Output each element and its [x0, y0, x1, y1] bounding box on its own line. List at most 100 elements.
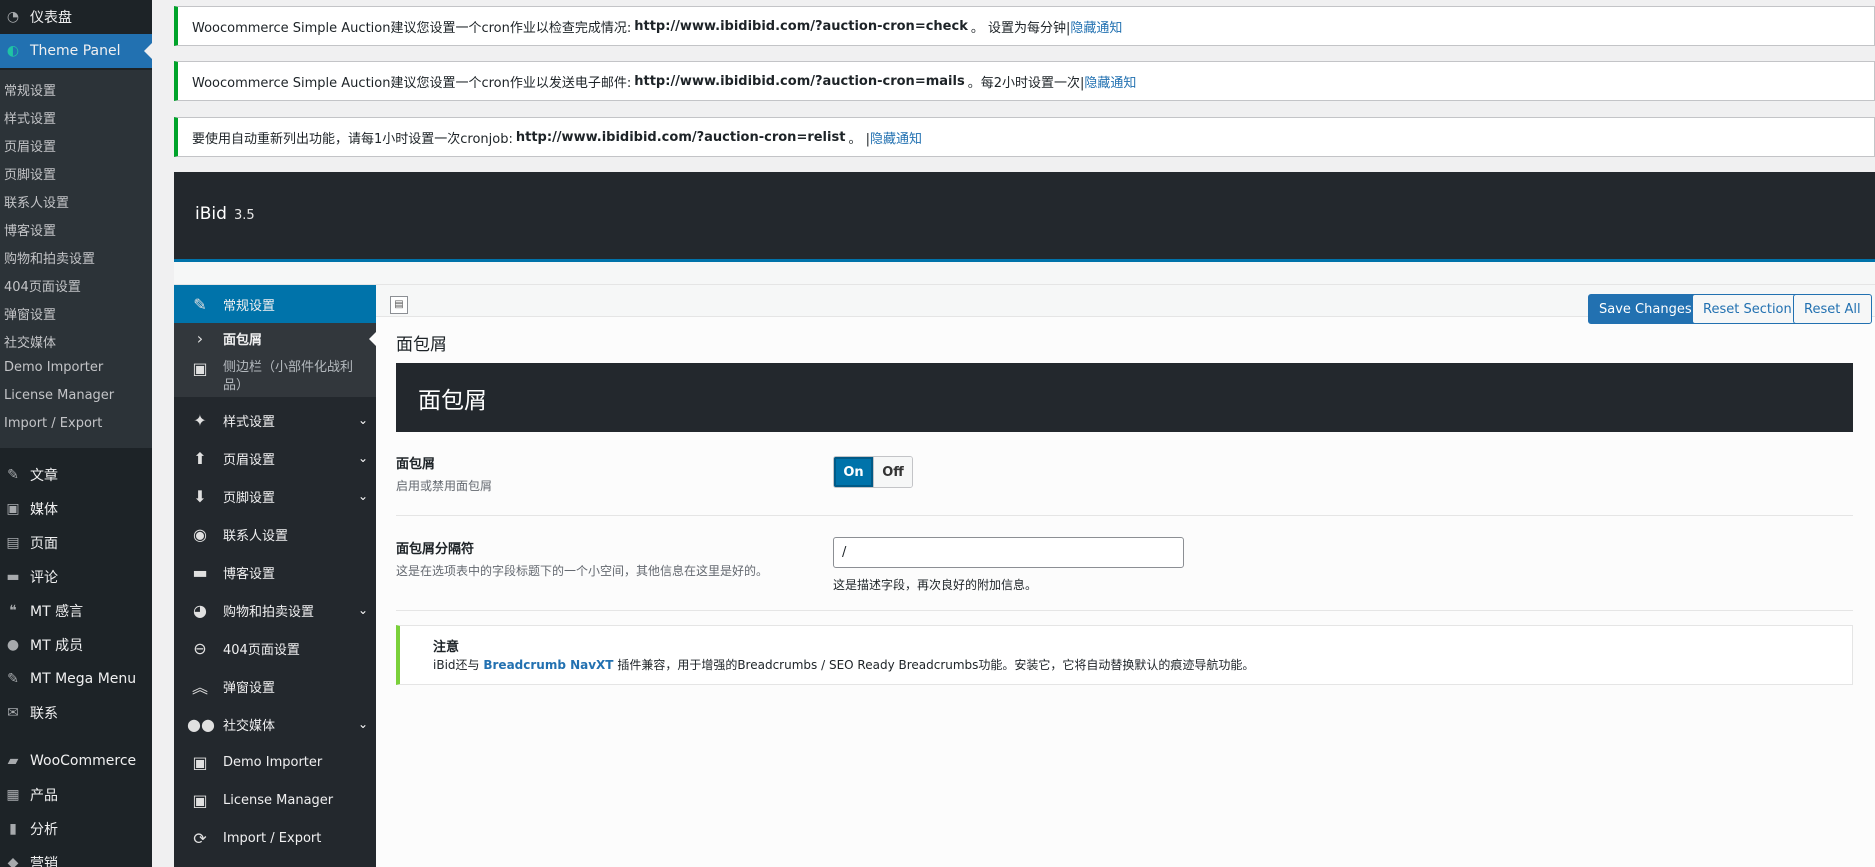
info-title: 注意 [433, 640, 460, 655]
submenu-item[interactable]: 购物和拍卖设置 [4, 248, 95, 267]
expand-options-icon[interactable]: ▤ [390, 296, 408, 314]
notice-text: Woocommerce Simple Auction建议您设置一个cron作业以… [192, 75, 632, 91]
toggle-off-button[interactable]: Off [873, 457, 912, 487]
arrow-up-icon: ⬆ [193, 448, 207, 468]
hide-notice-link[interactable]: 隐藏通知 [870, 128, 922, 147]
submenu-item[interactable]: 博客设置 [4, 220, 56, 239]
menu-label: 产品 [30, 788, 58, 804]
breadcrumb-toggle[interactable]: On Off [833, 456, 913, 488]
menu-posts[interactable]: ✎ 文章 [0, 458, 152, 492]
nav-label: 面包屑 [223, 332, 263, 348]
comment-icon: ▬ [6, 569, 20, 585]
widget-icon: ▣ [192, 790, 208, 810]
nav-shop-auction-settings[interactable]: ◕ 购物和拍卖设置 ⌄ [174, 591, 376, 629]
submenu-item[interactable]: 弹窗设置 [4, 304, 56, 323]
hide-notice-link[interactable]: 隐藏通知 [1070, 17, 1122, 36]
field-divider [396, 515, 1853, 516]
nav-404-settings[interactable]: ⊖ 404页面设置 [174, 629, 376, 667]
reset-all-button[interactable]: Reset All [1793, 294, 1872, 324]
notice-text: 。每2小时设置一次| [967, 75, 1085, 91]
info-text-pre: iBid还与 [433, 658, 480, 672]
submenu-item[interactable]: 联系人设置 [4, 192, 69, 211]
nav-label: 购物和拍卖设置 [223, 604, 315, 620]
notice-text: Woocommerce Simple Auction建议您设置一个cron作业以… [192, 20, 632, 36]
nav-sidebar-widgets[interactable]: ▣ 侧边栏（小部件化战利品） [174, 353, 376, 397]
menu-marketing[interactable]: ◆ 营销 [0, 846, 152, 867]
breadcrumb-toggle-desc: 启用或禁用面包屑 [396, 479, 493, 493]
notice-text: 。 设置为每分钟| [970, 20, 1071, 36]
breadcrumb-navxt-link[interactable]: Breadcrumb NavXT [483, 658, 613, 672]
nav-license-manager[interactable]: ▣ License Manager [174, 781, 376, 819]
reset-section-button[interactable]: Reset Section [1692, 294, 1803, 324]
separator-desc: 这是在选项表中的字段标题下的一个小空间，其他信息在这里是好的。 [396, 564, 769, 578]
chevron-down-icon: ⌄ [357, 489, 368, 503]
submenu-item[interactable]: 页脚设置 [4, 164, 56, 183]
notice-url: http://www.ibidibid.com/?auction-cron=re… [515, 129, 846, 145]
menu-testimonials[interactable]: ❝ MT 感言 [0, 594, 152, 628]
chevron-down-icon: ⌄ [357, 717, 368, 731]
panel-strip [174, 262, 1875, 285]
hide-notice-link[interactable]: 隐藏通知 [1084, 72, 1136, 91]
menu-mega-menu[interactable]: ✎ MT Mega Menu [0, 662, 152, 696]
nav-footer-settings[interactable]: ⬇ 页脚设置 ⌄ [174, 477, 376, 515]
nav-label: 联系人设置 [223, 528, 289, 544]
analytics-icon: ▮ [9, 821, 17, 837]
menu-theme-panel[interactable]: ◐ Theme Panel [0, 34, 152, 68]
nav-label: 404页面设置 [223, 642, 300, 658]
notice-url: http://www.ibidibid.com/?auction-cron=ch… [634, 18, 968, 34]
cron-notice: Woocommerce Simple Auction建议您设置一个cron作业以… [174, 6, 1875, 46]
nav-import-export[interactable]: ⟳ Import / Export [174, 819, 376, 857]
nav-label: 页脚设置 [223, 490, 276, 506]
nav-label: 侧边栏（小部件化战利品） [223, 360, 354, 393]
nav-social-media[interactable]: ●● 社交媒体 ⌄ [174, 705, 376, 743]
save-changes-button[interactable]: Save Changes [1588, 294, 1703, 324]
widget-icon: ▣ [192, 752, 208, 772]
nav-label: Import / Export [223, 830, 322, 846]
nav-breadcrumbs[interactable]: › 面包屑 [174, 323, 376, 353]
menu-label: 页面 [30, 536, 58, 552]
submenu-item[interactable]: 社交媒体 [4, 332, 56, 351]
menu-label: 营销 [30, 856, 58, 867]
separator-label: 面包屑分隔符 [396, 542, 475, 557]
cart-icon: ◕ [193, 600, 207, 620]
menu-dashboard[interactable]: ◔ 仪表盘 [0, 0, 152, 34]
testimonial-icon: ❝ [9, 603, 17, 619]
field-divider [396, 610, 1853, 611]
menu-woocommerce[interactable]: ▰ WooCommerce [0, 744, 152, 778]
submenu-item[interactable]: 404页面设置 [4, 276, 81, 295]
submenu-item[interactable]: 常规设置 [4, 80, 56, 99]
nav-blog-settings[interactable]: ▬ 博客设置 [174, 553, 376, 591]
nav-label: 社交媒体 [223, 718, 276, 734]
submenu-item[interactable]: Import / Export [4, 416, 102, 431]
panel-header: iBid 3.5 [174, 172, 1875, 262]
menu-label: WooCommerce [30, 753, 137, 769]
magic-wand-icon: ✦ [193, 410, 207, 430]
menu-comments[interactable]: ▬ 评论 [0, 560, 152, 594]
menu-members[interactable]: ● MT 成员 [0, 628, 152, 662]
nav-demo-importer[interactable]: ▣ Demo Importer [174, 743, 376, 781]
chevron-down-icon: ⌄ [357, 603, 368, 617]
submenu-item[interactable]: 页眉设置 [4, 136, 56, 155]
dashboard-icon: ◔ [6, 9, 20, 25]
nav-label: 页眉设置 [223, 452, 276, 468]
toggle-on-button[interactable]: On [834, 457, 873, 487]
nav-contact-settings[interactable]: ◉ 联系人设置 [174, 515, 376, 553]
submenu-item[interactable]: 样式设置 [4, 108, 56, 127]
nav-style-settings[interactable]: ✦ 样式设置 ⌄ [174, 401, 376, 439]
submenu-item[interactable]: Demo Importer [4, 360, 103, 375]
separator-input[interactable] [833, 537, 1184, 568]
products-icon: ▦ [6, 787, 20, 803]
menu-contact[interactable]: ✉ 联系 [0, 696, 152, 730]
submenu-item[interactable]: License Manager [4, 388, 114, 403]
menu-products[interactable]: ▦ 产品 [0, 778, 152, 812]
menu-label: MT 感言 [30, 604, 84, 620]
nav-general-settings[interactable]: ✎ 常规设置 [174, 285, 376, 323]
nav-popup-settings[interactable]: ︽ 弹窗设置 [174, 667, 376, 705]
nav-header-settings[interactable]: ⬆ 页眉设置 ⌄ [174, 439, 376, 477]
members-icon: ● [6, 637, 20, 653]
section-title: 面包屑 [396, 335, 447, 355]
menu-media[interactable]: ▣ 媒体 [0, 492, 152, 526]
menu-label: 仪表盘 [30, 10, 72, 26]
menu-pages[interactable]: ▤ 页面 [0, 526, 152, 560]
menu-analytics[interactable]: ▮ 分析 [0, 812, 152, 846]
